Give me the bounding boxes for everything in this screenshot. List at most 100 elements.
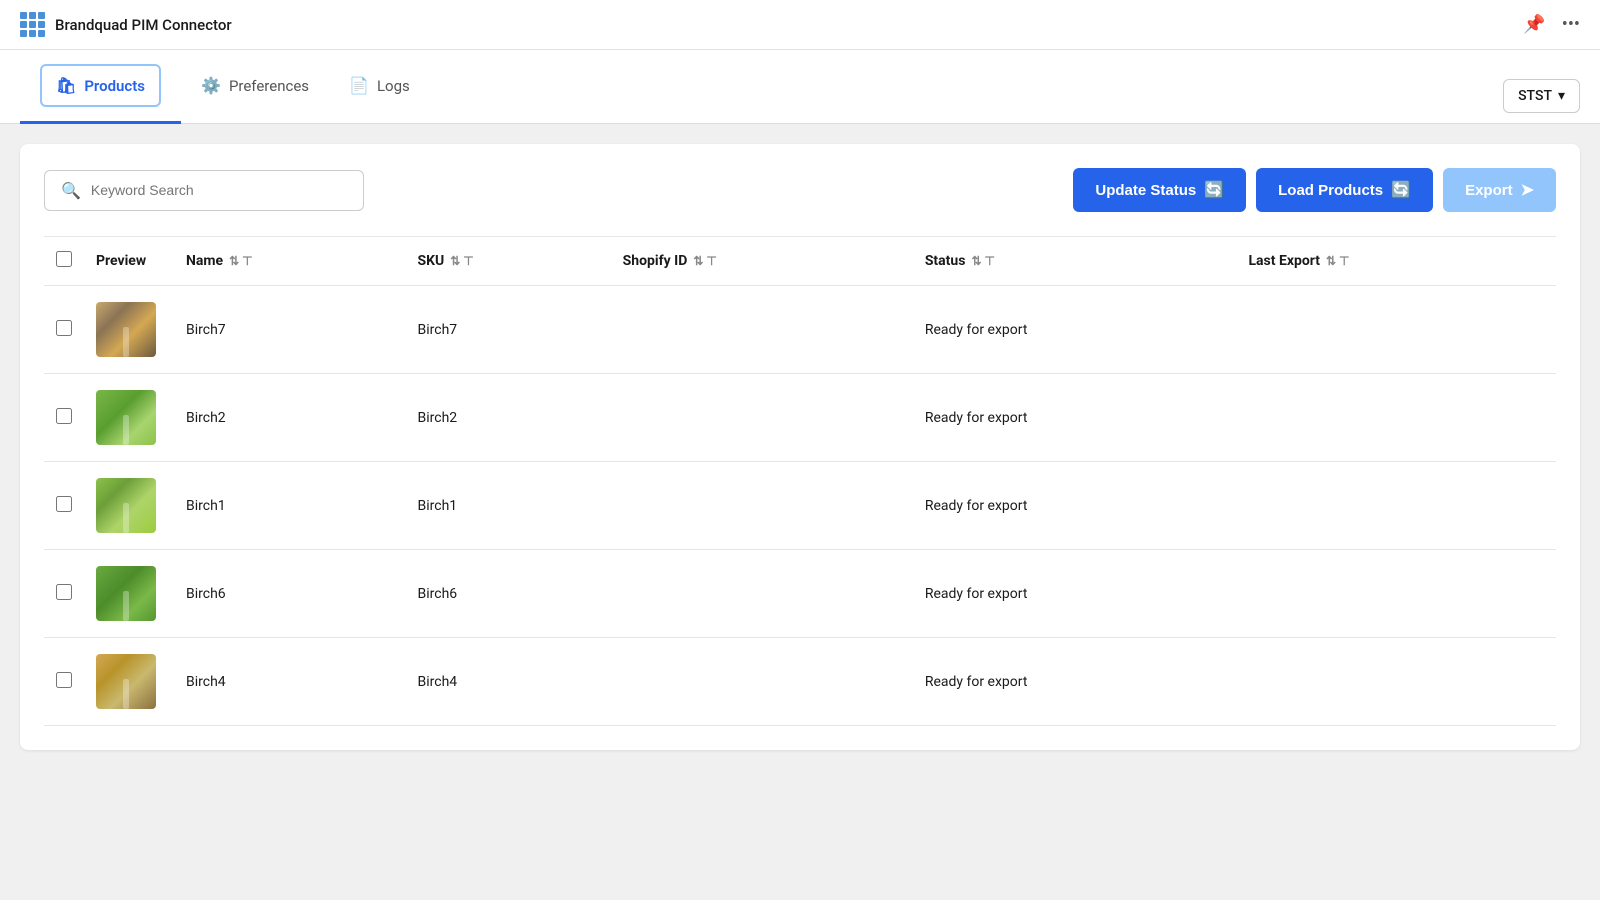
row-status: Ready for export	[913, 286, 1237, 374]
row-checkbox-cell	[44, 374, 84, 462]
col-header-preview: Preview	[84, 237, 174, 286]
select-all-checkbox[interactable]	[56, 251, 72, 267]
row-preview-cell	[84, 550, 174, 638]
search-icon: 🔍	[61, 181, 81, 200]
row-sku: Birch2	[406, 374, 611, 462]
row-last-export	[1236, 462, 1556, 550]
export-button[interactable]: Export ➤	[1443, 168, 1556, 212]
row-preview-cell	[84, 374, 174, 462]
row-checkbox-4[interactable]	[56, 672, 72, 688]
nav-tabs: 🛍 Products ⚙️ Preferences 📄 Logs	[20, 50, 430, 123]
row-shopify-id	[611, 462, 913, 550]
update-status-button[interactable]: Update Status 🔄	[1073, 168, 1246, 212]
load-products-label: Load Products	[1278, 182, 1383, 199]
table-header-row: Preview Name ⇅ ⊤ SKU ⇅ ⊤	[44, 237, 1556, 286]
row-name: Birch7	[174, 286, 406, 374]
table-row: Birch4 Birch4 Ready for export	[44, 638, 1556, 726]
shopify-id-sort-filter[interactable]: ⇅ ⊤	[693, 254, 717, 268]
refresh-icon-update: 🔄	[1204, 180, 1224, 200]
app-grid-icon[interactable]	[20, 12, 45, 37]
topbar-right: 📌 •••	[1523, 14, 1580, 35]
row-status: Ready for export	[913, 374, 1237, 462]
col-last-export-label: Last Export	[1248, 253, 1319, 269]
content-card: 🔍 Update Status 🔄 Load Products 🔄 Export…	[20, 144, 1580, 750]
row-name: Birch4	[174, 638, 406, 726]
refresh-icon-load: 🔄	[1391, 180, 1411, 200]
col-header-shopify-id[interactable]: Shopify ID ⇅ ⊤	[611, 237, 913, 286]
products-tab-icon: 🛍	[56, 76, 76, 95]
status-sort-filter[interactable]: ⇅ ⊤	[971, 254, 995, 268]
col-header-status[interactable]: Status ⇅ ⊤	[913, 237, 1237, 286]
name-sort-filter[interactable]: ⇅ ⊤	[229, 254, 253, 268]
update-status-label: Update Status	[1095, 182, 1196, 199]
logs-tab-label: Logs	[377, 77, 410, 95]
search-input[interactable]	[91, 182, 347, 198]
row-checkbox-cell	[44, 462, 84, 550]
sku-sort-filter[interactable]: ⇅ ⊤	[450, 254, 474, 268]
row-last-export	[1236, 550, 1556, 638]
row-checkbox-2[interactable]	[56, 496, 72, 512]
load-products-button[interactable]: Load Products 🔄	[1256, 168, 1433, 212]
product-thumbnail	[96, 390, 156, 445]
row-checkbox-cell	[44, 550, 84, 638]
table-row: Birch1 Birch1 Ready for export	[44, 462, 1556, 550]
table-row: Birch6 Birch6 Ready for export	[44, 550, 1556, 638]
col-status-label: Status	[925, 253, 966, 269]
col-header-last-export[interactable]: Last Export ⇅ ⊤	[1236, 237, 1556, 286]
row-last-export	[1236, 638, 1556, 726]
products-tab-box: 🛍 Products	[40, 64, 161, 107]
row-sku: Birch1	[406, 462, 611, 550]
col-name-label: Name	[186, 253, 223, 269]
product-thumbnail	[96, 302, 156, 357]
table-row: Birch7 Birch7 Ready for export	[44, 286, 1556, 374]
tab-logs[interactable]: 📄 Logs	[329, 50, 430, 124]
pin-icon[interactable]: 📌	[1523, 14, 1545, 35]
store-value: STST	[1518, 88, 1552, 104]
col-header-name[interactable]: Name ⇅ ⊤	[174, 237, 406, 286]
row-preview-cell	[84, 638, 174, 726]
main-content: 🔍 Update Status 🔄 Load Products 🔄 Export…	[0, 124, 1600, 770]
export-arrow-icon: ➤	[1521, 180, 1534, 200]
preferences-tab-icon: ⚙️	[201, 76, 221, 95]
row-status: Ready for export	[913, 550, 1237, 638]
row-checkbox-cell	[44, 638, 84, 726]
app-title: Brandquad PIM Connector	[55, 16, 232, 34]
toolbar: 🔍 Update Status 🔄 Load Products 🔄 Export…	[44, 168, 1556, 212]
tab-preferences[interactable]: ⚙️ Preferences	[181, 50, 329, 124]
chevron-down-icon: ▾	[1558, 88, 1565, 104]
row-name: Birch2	[174, 374, 406, 462]
search-box[interactable]: 🔍	[44, 170, 364, 211]
row-checkbox-0[interactable]	[56, 320, 72, 336]
product-thumbnail	[96, 478, 156, 533]
row-shopify-id	[611, 286, 913, 374]
more-options-icon[interactable]: •••	[1562, 14, 1580, 35]
row-preview-cell	[84, 286, 174, 374]
select-all-cell	[44, 237, 84, 286]
tab-products[interactable]: 🛍 Products	[20, 50, 181, 124]
last-export-sort-filter[interactable]: ⇅ ⊤	[1326, 254, 1350, 268]
row-sku: Birch7	[406, 286, 611, 374]
topbar: Brandquad PIM Connector 📌 •••	[0, 0, 1600, 50]
col-shopify-id-label: Shopify ID	[623, 253, 688, 269]
store-selector[interactable]: STST ▾	[1503, 79, 1580, 113]
table-row: Birch2 Birch2 Ready for export	[44, 374, 1556, 462]
row-checkbox-cell	[44, 286, 84, 374]
logs-tab-icon: 📄	[349, 76, 369, 95]
row-sku: Birch4	[406, 638, 611, 726]
row-last-export	[1236, 286, 1556, 374]
row-last-export	[1236, 374, 1556, 462]
col-preview-label: Preview	[96, 253, 146, 269]
export-label: Export	[1465, 182, 1513, 199]
row-checkbox-3[interactable]	[56, 584, 72, 600]
preferences-tab-label: Preferences	[229, 77, 309, 95]
row-status: Ready for export	[913, 462, 1237, 550]
col-sku-label: SKU	[418, 253, 445, 269]
row-preview-cell	[84, 462, 174, 550]
row-name: Birch6	[174, 550, 406, 638]
product-thumbnail	[96, 654, 156, 709]
row-status: Ready for export	[913, 638, 1237, 726]
row-shopify-id	[611, 638, 913, 726]
col-header-sku[interactable]: SKU ⇅ ⊤	[406, 237, 611, 286]
row-name: Birch1	[174, 462, 406, 550]
row-checkbox-1[interactable]	[56, 408, 72, 424]
